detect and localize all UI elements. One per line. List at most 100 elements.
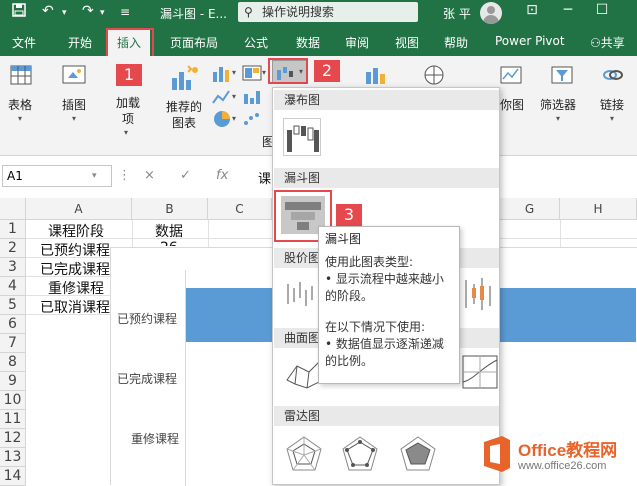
row-header-12[interactable]: 12 — [0, 429, 26, 448]
row-header-11[interactable]: 11 — [0, 410, 26, 429]
cell-b1[interactable]: 数据 — [155, 221, 183, 241]
row-header-7[interactable]: 7 — [0, 334, 26, 353]
surface-chart-option-4[interactable] — [461, 352, 499, 392]
section-header-funnel: 漏斗图 — [274, 168, 499, 188]
enter-icon[interactable]: ✓ — [180, 168, 191, 183]
share-button[interactable]: ⚇共享 — [590, 34, 625, 51]
avatar[interactable] — [480, 2, 502, 24]
row-header-14[interactable]: 14 — [0, 467, 26, 486]
recommended-charts-label1[interactable]: 推荐的 — [166, 98, 202, 115]
tab-formulas[interactable]: 公式 — [244, 34, 268, 51]
search-input[interactable]: ⚲ 操作说明搜索 — [238, 2, 418, 22]
tooltip-line: • 数据值显示逐渐递减的比例。 — [325, 337, 444, 368]
undo-icon[interactable]: ↶ — [42, 3, 54, 19]
statistic-chart-icon[interactable] — [242, 88, 262, 109]
sparkline-icon[interactable] — [500, 64, 522, 89]
name-box-caret-icon[interactable]: ▾ — [92, 171, 97, 181]
customize-toolbar-icon[interactable]: ≡ — [120, 5, 130, 19]
cancel-icon[interactable]: × — [144, 168, 155, 183]
tab-data[interactable]: 数据 — [296, 34, 320, 51]
recommended-charts-icon[interactable] — [170, 64, 200, 95]
table-caret-icon[interactable]: ▾ — [18, 114, 22, 123]
col-header-h[interactable]: H — [560, 198, 637, 220]
cell-b2[interactable]: 26 — [160, 240, 178, 246]
illustrations-icon[interactable] — [62, 64, 88, 89]
line-chart-icon[interactable] — [212, 88, 232, 109]
tab-page-layout[interactable]: 页面布局 — [170, 34, 218, 51]
link-icon[interactable] — [602, 64, 624, 89]
column-chart-icon[interactable] — [212, 64, 232, 85]
col-header-g[interactable]: G — [500, 198, 560, 220]
illustrations-button[interactable]: 插图 — [62, 96, 86, 113]
line-chart-caret-icon[interactable]: ▾ — [232, 92, 236, 101]
row-header-1[interactable]: 1 — [0, 220, 26, 239]
stock-chart-option-4[interactable] — [461, 274, 495, 314]
row-header-6[interactable]: 6 — [0, 315, 26, 334]
hierarchy-chart-caret-icon[interactable]: ▾ — [262, 68, 266, 77]
undo-dropdown-icon[interactable]: ▾ — [62, 8, 67, 18]
radar-chart-option-3[interactable] — [397, 434, 439, 476]
scatter-chart-icon[interactable] — [242, 110, 262, 131]
pivot-chart-icon[interactable] — [364, 64, 392, 89]
row-header-10[interactable]: 10 — [0, 391, 26, 410]
row-header-3[interactable]: 3 — [0, 258, 26, 277]
row-header-8[interactable]: 8 — [0, 353, 26, 372]
row-header-9[interactable]: 9 — [0, 372, 26, 391]
surface-chart-option-1[interactable] — [283, 352, 323, 392]
tab-review[interactable]: 审阅 — [345, 34, 369, 51]
link-button[interactable]: 链接 — [600, 96, 624, 113]
cell-a1[interactable]: 课程阶段 — [48, 221, 104, 241]
minimize-icon[interactable]: ─ — [556, 2, 580, 18]
row-header-13[interactable]: 13 — [0, 448, 26, 467]
stock-chart-option-1[interactable] — [283, 274, 321, 312]
hierarchy-chart-icon[interactable] — [242, 64, 262, 85]
tab-power-pivot[interactable]: Power Pivot — [495, 34, 565, 48]
column-chart-caret-icon[interactable]: ▾ — [232, 68, 236, 77]
radar-chart-option-1[interactable] — [283, 434, 325, 476]
cell-a3[interactable]: 已完成课程 — [40, 259, 110, 279]
addins-label-line2[interactable]: 项 — [122, 110, 134, 127]
maximize-icon[interactable]: ☐ — [590, 2, 614, 18]
insert-function-icon[interactable]: fx — [216, 168, 228, 183]
tab-help[interactable]: 帮助 — [444, 34, 468, 51]
redo-dropdown-icon[interactable]: ▾ — [100, 8, 105, 18]
col-header-c[interactable]: C — [208, 198, 272, 220]
ribbon-display-icon[interactable]: ⊡ — [520, 2, 544, 18]
user-name[interactable]: 张 平 — [443, 5, 471, 22]
cell-a4[interactable]: 重修课程 — [48, 278, 104, 298]
filter-icon[interactable] — [551, 64, 573, 89]
pie-chart-caret-icon[interactable]: ▾ — [232, 114, 236, 123]
redo-icon[interactable]: ↷ — [82, 3, 94, 19]
map-label[interactable]: 你图 — [500, 96, 524, 113]
addins-caret-icon[interactable]: ▾ — [124, 128, 128, 137]
filter-caret-icon[interactable]: ▾ — [556, 114, 560, 123]
illustrations-caret-icon[interactable]: ▾ — [72, 114, 76, 123]
col-header-a[interactable]: A — [26, 198, 132, 220]
radar-chart-option-2[interactable] — [339, 434, 381, 476]
tab-home[interactable]: 开始 — [68, 34, 92, 51]
section-header-waterfall: 瀑布图 — [274, 90, 499, 110]
waterfall-chart-option[interactable] — [283, 118, 321, 156]
search-placeholder: 操作说明搜索 — [262, 5, 335, 19]
tab-file[interactable]: 文件 — [12, 34, 36, 51]
col-header-b[interactable]: B — [132, 198, 208, 220]
save-icon[interactable] — [12, 3, 26, 21]
filter-button[interactable]: 筛选器 — [540, 96, 576, 113]
3d-map-icon[interactable] — [420, 64, 448, 89]
cell-a5[interactable]: 已取消课程 — [40, 297, 110, 317]
pie-chart-icon[interactable] — [212, 110, 232, 131]
tooltip-title: 漏斗图 — [325, 232, 362, 246]
row-header-5[interactable]: 5 — [0, 296, 26, 315]
addins-label-line1[interactable]: 加载 — [116, 94, 140, 111]
select-all-corner[interactable] — [0, 198, 26, 220]
callout-number-2: 2 — [314, 60, 340, 82]
row-header-2[interactable]: 2 — [0, 239, 26, 258]
table-icon[interactable] — [10, 64, 32, 89]
formula-content[interactable]: 课 — [258, 168, 271, 187]
tab-view[interactable]: 视图 — [395, 34, 419, 51]
row-header-4[interactable]: 4 — [0, 277, 26, 296]
table-button[interactable]: 表格 — [8, 96, 32, 113]
link-caret-icon[interactable]: ▾ — [610, 114, 614, 123]
recommended-charts-label2[interactable]: 图表 — [172, 114, 196, 131]
cell-a2[interactable]: 已预约课程 — [40, 240, 110, 260]
